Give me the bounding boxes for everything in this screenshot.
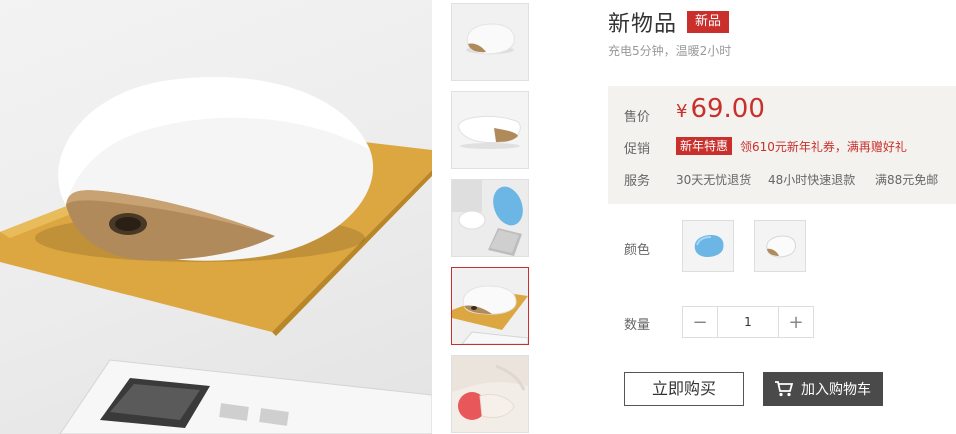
product-title: 新物品: [608, 12, 678, 37]
add-to-cart-button[interactable]: 加入购物车: [763, 372, 883, 406]
quantity-stepper: − 1 +: [682, 306, 814, 338]
quantity-input[interactable]: 1: [718, 306, 778, 338]
service-item: 30天无忧退货: [676, 173, 752, 187]
color-option-blue[interactable]: [682, 220, 734, 272]
white-warmer-swatch: [766, 235, 796, 258]
price-amount: 69.00: [690, 94, 765, 124]
thumbnail-image: [452, 4, 528, 80]
thumbnail-image: [452, 268, 528, 344]
service-item: 48小时快速退款: [768, 173, 856, 187]
cart-icon: [775, 381, 793, 397]
promo-label: 促销: [624, 142, 651, 157]
service-label: 服务: [624, 174, 651, 189]
thumbnail-image: [452, 180, 528, 256]
thumbnail-front-view[interactable]: [451, 3, 529, 81]
hand-warmer-photo: [0, 76, 432, 434]
thumbnail-hand-view[interactable]: [451, 355, 529, 433]
service-item: 满88元免邮: [875, 173, 939, 187]
product-info-panel: 新物品 新品 充电5分钟，温暖2小时 售价 ¥69.00 促销 新年特惠 领61…: [608, 0, 956, 434]
add-to-cart-label: 加入购物车: [801, 382, 871, 398]
product-subtitle: 充电5分钟，温暖2小时: [608, 44, 732, 58]
quantity-decrease-button[interactable]: −: [682, 306, 718, 338]
currency-symbol: ¥: [676, 101, 688, 122]
price-value: ¥69.00: [676, 94, 765, 124]
quantity-label: 数量: [624, 318, 651, 333]
title-row: 新物品 新品: [608, 6, 730, 38]
buy-now-button[interactable]: 立即购买: [624, 372, 744, 406]
price-label: 售价: [624, 110, 651, 125]
color-label: 颜色: [624, 243, 651, 258]
thumbnail-lifestyle-view[interactable]: [451, 179, 529, 257]
new-badge: 新品: [687, 11, 730, 33]
color-option-white[interactable]: [754, 220, 806, 272]
promo-badge: 新年特惠: [676, 137, 733, 155]
thumbnail-image: [452, 356, 528, 432]
quantity-increase-button[interactable]: +: [778, 306, 814, 338]
blue-warmer-swatch: [694, 235, 724, 257]
thumbnail-pad-view[interactable]: [451, 267, 529, 345]
thumbnail-side-view[interactable]: [451, 91, 529, 169]
main-product-image: [0, 0, 432, 434]
thumbnail-image: [452, 92, 528, 168]
price-box: 售价 ¥69.00 促销 新年特惠 领610元新年礼券，满再赠好礼 服务 30天…: [608, 86, 956, 204]
promo-text[interactable]: 领610元新年礼券，满再赠好礼: [740, 138, 907, 155]
